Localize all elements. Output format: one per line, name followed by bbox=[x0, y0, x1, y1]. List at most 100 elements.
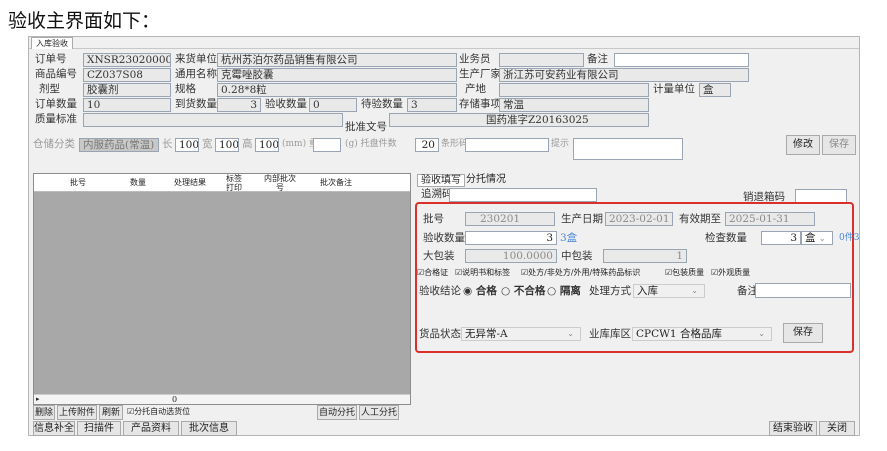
tab-acceptance-fill[interactable]: 验收填写 bbox=[417, 174, 465, 187]
finish-acceptance-button[interactable]: 结束验收 bbox=[769, 421, 817, 436]
close-button[interactable]: 关闭 bbox=[819, 421, 855, 436]
pending-qty-field[interactable]: 3 bbox=[407, 98, 457, 112]
weight-field[interactable] bbox=[313, 138, 341, 152]
manual-split-button[interactable]: 人工分托 bbox=[359, 405, 399, 420]
origin-label: 产地 bbox=[465, 83, 486, 95]
check-unit-select[interactable]: 盒 ⌄ bbox=[801, 231, 833, 245]
storage-field[interactable]: 常温 bbox=[499, 98, 649, 112]
col-result[interactable]: 处理结果 bbox=[170, 174, 210, 192]
batch-info-button[interactable]: 批次信息 bbox=[181, 421, 237, 436]
product-code-label: 商品编号 bbox=[35, 68, 77, 80]
salesman-field[interactable] bbox=[499, 53, 584, 67]
pallet-field[interactable]: 20 bbox=[415, 138, 439, 152]
acceptance-remark-field[interactable] bbox=[755, 283, 851, 298]
col-qty[interactable]: 数量 bbox=[126, 174, 150, 192]
height-field[interactable]: 100 bbox=[255, 138, 279, 152]
acceptance-window: 入库验收 订单号 XNSR2302000002 来货单位 杭州苏泊尔药品销售有限… bbox=[28, 36, 860, 436]
width-label: 宽 bbox=[202, 138, 213, 150]
checked-qty-label: 验收数量 bbox=[265, 98, 307, 110]
scan-button[interactable]: 扫描件 bbox=[77, 421, 121, 436]
tab-pallet-status[interactable]: 分托情况 bbox=[463, 174, 509, 187]
grid-footer[interactable]: ▸ 0 bbox=[34, 394, 410, 404]
order-qty-field[interactable]: 10 bbox=[83, 98, 171, 112]
arrival-qty-label: 到货数量 bbox=[175, 98, 217, 110]
big-pack-field[interactable]: 100.0000 bbox=[465, 249, 557, 263]
product-code-field[interactable]: CZ037S08 bbox=[83, 68, 171, 82]
goods-status-select[interactable]: 无异常-A ⌄ bbox=[461, 327, 581, 341]
pending-qty-label: 待验数量 bbox=[361, 98, 403, 110]
col-label-print[interactable]: 标签打印 bbox=[224, 174, 244, 192]
auto-split-button[interactable]: 自动分托 bbox=[317, 405, 357, 420]
order-no-field[interactable]: XNSR2302000002 bbox=[83, 53, 171, 67]
refresh-button[interactable]: 刷新 bbox=[99, 405, 123, 420]
area-label: 业库库区 bbox=[589, 328, 631, 340]
check-appearance-quality[interactable]: ☑外观质量 bbox=[711, 268, 750, 278]
approval-label: 批准文号 bbox=[345, 121, 387, 133]
batch-grid: 批号 数量 处理结果 标签打印 内部批次号 批次备注 ▸ 0 bbox=[33, 173, 411, 405]
handling-select[interactable]: 入库 ⌄ bbox=[633, 284, 705, 298]
area-select[interactable]: CPCW1 合格品库 ⌄ bbox=[632, 327, 772, 341]
unit-field[interactable]: 盒 bbox=[699, 83, 731, 97]
origin-field[interactable] bbox=[499, 83, 649, 97]
auto-pallet-checkbox[interactable]: ☑分托自动选货位 bbox=[127, 407, 190, 417]
tab-inbound-acceptance[interactable]: 入库验收 bbox=[31, 37, 73, 49]
check-rx-label[interactable]: ☑处方/非处方/外用/特殊药品标识 bbox=[521, 268, 640, 278]
barcode-field[interactable] bbox=[465, 138, 549, 152]
check-certificate[interactable]: ☑合格证 bbox=[417, 268, 448, 278]
product-info-button[interactable]: 产品资料 bbox=[123, 421, 179, 436]
radio-isolate[interactable]: ○ 隔离 bbox=[547, 285, 581, 298]
delete-button[interactable]: 删除 bbox=[33, 405, 55, 420]
manufacturer-label: 生产厂家 bbox=[459, 68, 501, 80]
width-field[interactable]: 100 bbox=[215, 138, 239, 152]
acceptance-save-button[interactable]: 保存 bbox=[783, 323, 823, 343]
check-package-quality[interactable]: ☑包装质量 bbox=[665, 268, 704, 278]
expiry-field[interactable]: 2025-01-31 bbox=[725, 212, 815, 226]
hint-field[interactable] bbox=[573, 138, 683, 160]
hint-label: 提示 bbox=[551, 139, 570, 149]
dosage-label: 剂型 bbox=[39, 83, 60, 95]
conclusion-label: 验收结论 bbox=[419, 285, 461, 297]
dropdown-arrow-icon: ⌄ bbox=[691, 286, 698, 295]
checked-qty-field[interactable]: 0 bbox=[309, 98, 357, 112]
mid-pack-field[interactable]: 1 bbox=[603, 249, 687, 263]
upload-button[interactable]: 上传附件 bbox=[57, 405, 97, 420]
quality-std-field[interactable] bbox=[83, 113, 343, 127]
spec-field[interactable]: 0.28*8粒 bbox=[217, 83, 457, 97]
goods-status-label: 货品状态 bbox=[419, 328, 461, 340]
col-batch[interactable]: 批号 bbox=[68, 174, 88, 192]
return-box-field[interactable] bbox=[795, 189, 847, 203]
approval-field[interactable]: 国药准字Z20163025 bbox=[389, 113, 649, 127]
col-batch-remark[interactable]: 批次备注 bbox=[316, 174, 356, 192]
batch-field[interactable]: 230201 bbox=[465, 212, 555, 226]
generic-name-label: 通用名称 bbox=[175, 68, 217, 80]
supplier-label: 来货单位 bbox=[175, 53, 217, 65]
radio-unqualified[interactable]: ○ 不合格 bbox=[501, 285, 545, 298]
salesman-label: 业务员 bbox=[459, 53, 491, 65]
col-internal-batch[interactable]: 内部批次号 bbox=[262, 174, 298, 192]
supplier-field[interactable]: 杭州苏泊尔药品销售有限公司 bbox=[217, 53, 457, 67]
grid-header: 批号 数量 处理结果 标签打印 内部批次号 批次备注 bbox=[34, 174, 410, 192]
dosage-field[interactable]: 胶囊剂 bbox=[83, 83, 171, 97]
batch-label: 批号 bbox=[423, 213, 444, 225]
accept-qty-label: 验收数量 bbox=[423, 232, 465, 244]
prod-date-label: 生产日期 bbox=[561, 213, 603, 225]
check-qty-field[interactable]: 3 bbox=[761, 231, 801, 245]
length-field[interactable]: 100 bbox=[175, 138, 199, 152]
modify-button[interactable]: 修改 bbox=[786, 135, 820, 155]
prod-date-field[interactable]: 2023-02-01 bbox=[605, 212, 673, 226]
storage-class-select[interactable]: 内服药品(常温) bbox=[79, 138, 159, 152]
page-heading: 验收主界面如下： bbox=[8, 10, 161, 32]
check-manual-label[interactable]: ☑说明书和标签 bbox=[455, 268, 510, 278]
trace-field[interactable] bbox=[449, 188, 597, 202]
radio-selected-icon: ◉ bbox=[463, 285, 473, 297]
radio-qualified[interactable]: ◉ 合格 bbox=[463, 285, 497, 298]
accept-qty-hint: 3盒 bbox=[560, 232, 578, 244]
generic-name-field[interactable]: 克霉唑胶囊 bbox=[217, 68, 457, 82]
arrival-qty-field[interactable]: 3 bbox=[217, 98, 261, 112]
grid-total: 0 bbox=[172, 395, 178, 404]
remark-field[interactable] bbox=[614, 53, 749, 67]
manufacturer-field[interactable]: 浙江苏可安药业有限公司 bbox=[499, 68, 749, 82]
save-top-button[interactable]: 保存 bbox=[822, 135, 856, 155]
info-fill-button[interactable]: 信息补全 bbox=[33, 421, 75, 436]
accept-qty-field[interactable]: 3 bbox=[465, 231, 557, 245]
